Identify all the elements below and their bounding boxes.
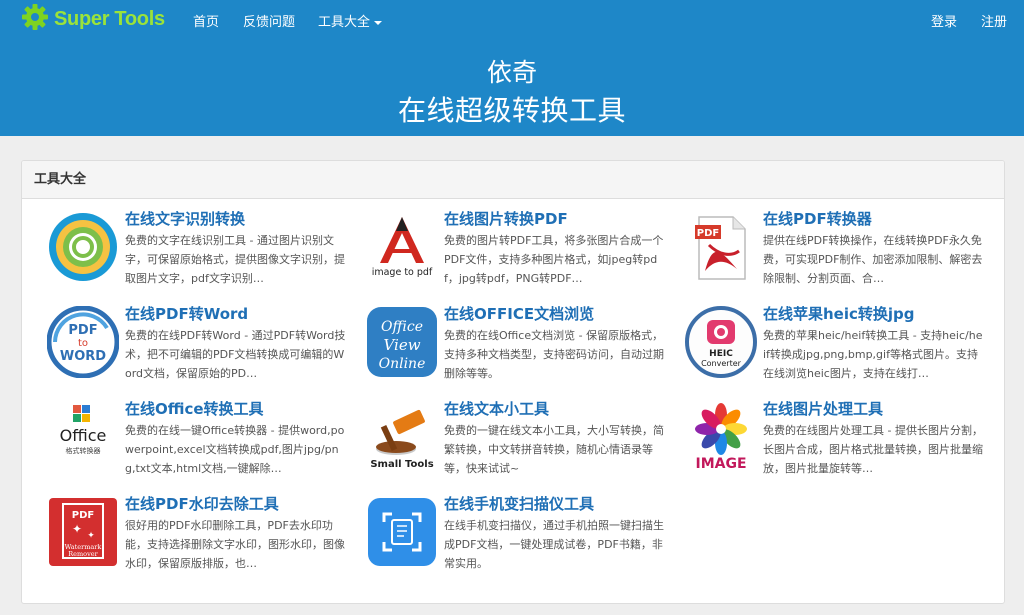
icon-caption: IMAGE [695,456,746,472]
icon-caption: Office [60,426,107,445]
nav-tools-dropdown[interactable]: 工具大全 [318,11,383,30]
panel-heading: 工具大全 [22,161,1004,199]
tool-desc: 免费的在线PDF转Word - 通过PDF转Word技术，把不可编辑的PDF文档… [125,329,346,380]
icon-caption: Small Tools [370,459,433,470]
top-navbar: Super Tools 首页 反馈问题 工具大全 登录 注册 [0,0,1024,38]
icon-caption: PDF [68,323,97,338]
gear-icon [20,2,50,36]
nav-feedback-link[interactable]: 反馈问题 [243,11,295,30]
icon-caption: Office [381,319,423,335]
tool-title[interactable]: 在线手机变扫描仪工具 [444,494,594,514]
tool-text-tools[interactable]: Small Tools 在线文本小工具 免费的一键在线文本小工具，大小写转换，简… [366,399,666,481]
icon-caption: image to pdf [372,267,433,278]
tool-desc: 免费的在线图片处理工具 - 提供长图片分割，长图片合成，图片格式批量转换，图片批… [763,424,983,475]
tool-desc: 很好用的PDF水印删除工具，PDF去水印功能，支持选择删除文字水印，图形水印，图… [125,519,345,570]
tool-pdf-to-word[interactable]: PDF to WORD 在线PDF转Word 免费的在线PDF转Word - 通… [47,304,347,386]
tool-pdf-converter[interactable]: PDF 在线PDF转换器 提供在线PDF转换操作，在线转换PDF永久免费，可实现… [685,209,985,291]
tool-desc: 免费的在线一键Office转换器 - 提供word,powerpoint,exc… [125,424,345,475]
tool-desc: 在线手机变扫描仪，通过手机拍照一键扫描生成PDF文档，一键处理成试卷，PDF书籍… [444,519,664,570]
sparkle-icon: ✦ [87,531,95,541]
office-converter-icon: Office 格式转换器 [47,401,119,473]
tool-watermark-remover[interactable]: PDF ✦ ✦ Watermark Remover 在线PDF水印去除工具 很好… [47,494,347,576]
tool-title[interactable]: 在线文本小工具 [444,399,549,419]
tool-desc: 免费的苹果heic/heif转换工具 - 支持heic/heif转换成jpg,p… [763,329,983,380]
tool-title[interactable]: 在线图片处理工具 [763,399,883,419]
icon-caption: Converter [701,359,742,368]
tools-panel: 工具大全 在线文字识别转换 免费的文字在线识别工具 - 通过图片识别文字，可保留… [21,160,1005,604]
nav-tools-label: 工具大全 [318,15,371,30]
tool-title[interactable]: 在线苹果heic转换jpg [763,304,915,324]
ocr-ring-icon [47,211,119,283]
image-to-pdf-icon: image to pdf [366,211,438,283]
tool-title[interactable]: 在线OFFICE文档浏览 [444,304,594,324]
nav-register-link[interactable]: 注册 [981,11,1007,30]
chevron-down-icon [374,20,383,25]
tool-image-processing[interactable]: IMAGE 在线图片处理工具 免费的在线图片处理工具 - 提供长图片分割，长图片… [685,399,985,481]
tool-desc: 免费的在线Office文档浏览 - 保留原版格式，支持多种文档类型，支持密码访问… [444,329,664,380]
tool-phone-scanner[interactable]: 在线手机变扫描仪工具 在线手机变扫描仪，通过手机拍照一键扫描生成PDF文档，一键… [366,494,666,576]
tool-office-view[interactable]: Office View Online 在线OFFICE文档浏览 免费的在线Off… [366,304,666,386]
icon-caption: 格式转换器 [66,446,101,455]
tool-heic-to-jpg[interactable]: HEIC Converter 在线苹果heic转换jpg 免费的苹果heic/h… [685,304,985,386]
tool-desc: 免费的一键在线文本小工具，大小写转换，简繁转换，中文转拼音转换，随机心情语录等等… [444,424,664,475]
tool-title[interactable]: 在线图片转换PDF [444,209,568,229]
icon-caption: View [383,336,420,354]
tool-desc: 免费的文字在线识别工具 - 通过图片识别文字，可保留原始格式，提供图像文字识别，… [125,234,345,285]
tool-desc: 免费的图片转PDF工具，将多张图片合成一个PDF文件，支持多种图片格式，如jpe… [444,234,664,285]
tool-title[interactable]: 在线PDF转换器 [763,209,872,229]
nav-home-link[interactable]: 首页 [193,11,219,30]
tool-office-converter[interactable]: Office 格式转换器 在线Office转换工具 免费的在线一键Office转… [47,399,347,481]
tool-image-to-pdf[interactable]: image to pdf 在线图片转换PDF 免费的图片转PDF工具，将多张图片… [366,209,666,291]
tool-desc: 提供在线PDF转换操作，在线转换PDF永久免费，可实现PDF制作、加密添加限制、… [763,234,983,285]
tool-title[interactable]: 在线Office转换工具 [125,399,264,419]
tool-ocr[interactable]: 在线文字识别转换 免费的文字在线识别工具 - 通过图片识别文字，可保留原始格式，… [47,209,347,291]
sparkle-icon: ✦ [72,522,82,536]
icon-caption: Remover [68,550,98,558]
brand-logo[interactable]: Super Tools [20,4,165,34]
tool-title[interactable]: 在线PDF转Word [125,304,248,324]
watermark-remover-icon: PDF ✦ ✦ Watermark Remover [47,496,119,568]
icon-caption: PDF [72,510,94,521]
icon-caption: to [78,338,88,349]
scanner-icon [366,496,438,568]
tool-title[interactable]: 在线PDF水印去除工具 [125,494,279,514]
hero-banner: 依奇 在线超级转换工具 [0,38,1024,136]
tool-title[interactable]: 在线文字识别转换 [125,209,245,229]
icon-caption: WORD [60,349,106,364]
pdf-document-icon: PDF [685,211,757,283]
nav-login-link[interactable]: 登录 [931,11,957,30]
hero-name: 依奇 [486,58,537,87]
hero-title: 在线超级转换工具 [397,94,626,127]
icon-caption: Online [379,356,426,372]
image-flower-icon: IMAGE [685,401,757,473]
icon-caption: PDF [697,228,719,239]
heic-converter-icon: HEIC Converter [685,306,757,378]
pdf-to-word-icon: PDF to WORD [47,306,119,378]
brand-name: Super Tools [54,7,165,30]
small-tools-hammer-icon: Small Tools [366,401,438,473]
icon-caption: HEIC [709,349,733,359]
office-view-online-icon: Office View Online [366,306,438,378]
